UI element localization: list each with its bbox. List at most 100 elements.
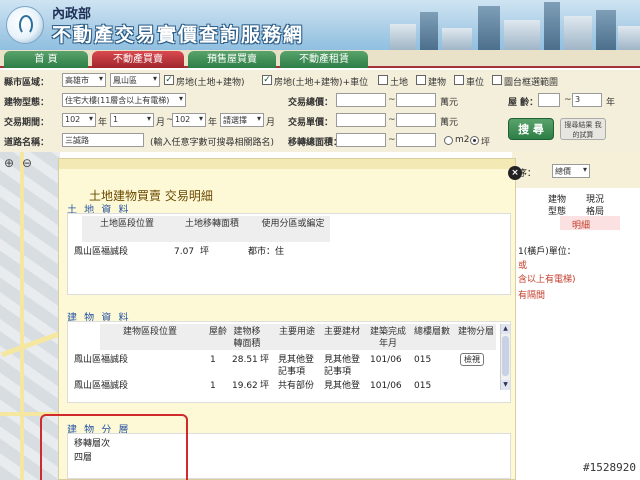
land-building-checkbox[interactable]: ✓ xyxy=(164,75,174,85)
watermark: #1528920 xyxy=(583,461,636,474)
tab-presale[interactable]: 預售屋買賣 xyxy=(188,51,276,68)
map-range-label: 圖台框選範圍 xyxy=(504,78,559,88)
search-panel: 縣市區域： 高雄市 鳳山區 ✓ 房地(土地+建物) ✓ 房地(土地+建物)+車位… xyxy=(0,70,640,152)
bld-row-1-date: 101/06 xyxy=(370,355,402,365)
building-checkbox[interactable] xyxy=(416,75,426,85)
result-line-2: 或 xyxy=(518,261,528,271)
road-input[interactable]: 三誠路 xyxy=(62,133,144,147)
unit-ping-radio[interactable] xyxy=(470,136,479,145)
tab-rental[interactable]: 不動產租賃 xyxy=(280,51,368,68)
zoom-out-icon[interactable]: ⊖ xyxy=(22,156,32,170)
land-header-location: 土地區段位置 xyxy=(99,219,154,229)
scroll-up-icon[interactable]: ▲ xyxy=(501,324,510,334)
bld-row-1-location: 鳳山區福誠段 xyxy=(74,355,129,365)
bld-row-1-use: 見其他登記事項 xyxy=(278,355,315,377)
land-label: 土地 xyxy=(390,78,409,88)
sort-select[interactable]: 總價 xyxy=(552,164,590,178)
area-size-label: 移轉總面積： xyxy=(288,138,343,148)
car-checkbox[interactable] xyxy=(454,75,464,85)
tab-home[interactable]: 首 頁 xyxy=(4,51,88,68)
total-price-unit: 萬元 xyxy=(440,98,459,108)
main-nav: 首 頁 不動產買賣 預售屋買賣 不動產租賃 xyxy=(0,50,640,68)
bld-row-2-unit: 坪 xyxy=(260,381,270,391)
land-zone: 都市：住 xyxy=(248,247,285,257)
age-max-input[interactable]: 3 xyxy=(572,93,602,107)
search-button[interactable]: 搜 尋 xyxy=(508,118,554,140)
district-select[interactable]: 鳳山區 xyxy=(110,73,160,87)
month-from-select[interactable]: 1 xyxy=(110,113,154,127)
tab-real-estate-sale[interactable]: 不動產買賣 xyxy=(92,51,184,68)
building-label: 建物 xyxy=(428,78,447,88)
land-building-label: 房地(土地+建物) xyxy=(176,78,245,88)
scroll-down-icon[interactable]: ▼ xyxy=(501,380,510,390)
car-label: 車位 xyxy=(466,78,485,88)
bld-header-date: 建築完成年月 xyxy=(369,327,406,349)
area-size-max-input[interactable] xyxy=(396,133,436,147)
land-building-car-checkbox[interactable]: ✓ xyxy=(262,75,272,85)
bld-row-2-material: 見其他登 xyxy=(324,381,361,391)
land-header-area: 土地移轉面積 xyxy=(184,219,239,229)
result-line-4: 有隔間 xyxy=(518,291,546,301)
sort-bar: 序： 總價 xyxy=(512,152,640,188)
result-line-3: 含以上有電梯) xyxy=(518,275,576,285)
building-table: 建物區段位置 屋齡 建物移轉面積 主要用途 主要建材 建築完成年月 總樓層數 建… xyxy=(67,321,511,403)
bld-row-1-area: 28.51 xyxy=(232,355,258,365)
area-size-min-input[interactable] xyxy=(336,133,386,147)
building-type-select[interactable]: 住宅大樓(11層含以上有電梯) xyxy=(62,93,186,107)
age-min-input[interactable] xyxy=(538,93,560,107)
bld-row-2-floors: 015 xyxy=(414,381,432,391)
year-to-select[interactable]: 102 xyxy=(172,113,206,127)
detail-tag[interactable]: 明細 xyxy=(572,218,590,231)
area-label: 縣市區域： xyxy=(4,78,50,88)
unit-price-min-input[interactable] xyxy=(336,113,386,127)
unit-price-max-input[interactable] xyxy=(396,113,436,127)
city-select[interactable]: 高雄市 xyxy=(62,73,106,87)
land-building-car-label: 房地(土地+建物)+車位 xyxy=(274,78,369,88)
land-area: 7.07 xyxy=(174,247,195,257)
age-label: 屋 齡： xyxy=(508,98,539,108)
results-pane xyxy=(512,152,640,480)
bld-row-2-use: 共有部份 xyxy=(278,381,315,391)
bld-header-use: 主要用途 xyxy=(278,327,315,337)
land-header-zone: 使用分區或編定 xyxy=(261,219,325,229)
bld-row-1-unit: 坪 xyxy=(260,355,270,365)
highlight-annotation xyxy=(40,414,188,480)
land-area-unit: 坪 xyxy=(200,247,210,257)
land-location: 鳳山區福誠段 xyxy=(74,247,129,257)
year-from-select[interactable]: 102 xyxy=(62,113,96,127)
bld-row-1-floors: 015 xyxy=(414,355,432,365)
month-to-select[interactable]: 請選擇 xyxy=(220,113,264,127)
ministry-logo-icon xyxy=(6,6,44,44)
road-hint: (輸入任意字數可搜尋相關路名) xyxy=(150,138,275,148)
bld-row-2-age: 1 xyxy=(210,381,216,391)
site-title: 不動產交易實價查詢服務網 xyxy=(52,24,305,46)
unit-m2-radio[interactable] xyxy=(444,136,453,145)
land-checkbox[interactable] xyxy=(378,75,388,85)
map-range-checkbox[interactable] xyxy=(492,75,502,85)
bld-row-2-location: 鳳山區福誠段 xyxy=(74,381,129,391)
unit-price-unit: 萬元 xyxy=(440,118,459,128)
bld-row-1-material: 見其他登記事項 xyxy=(324,355,361,377)
my-calc-button[interactable]: 搜尋結果 我的試算 xyxy=(560,118,606,140)
zoom-in-icon[interactable]: ⊕ xyxy=(4,156,14,170)
bld-row-2-date: 101/06 xyxy=(370,381,402,391)
site-header: 內政部 不動產交易實價查詢服務網 xyxy=(0,0,640,50)
bld-row-1-age: 1 xyxy=(210,355,216,365)
bld-row-2-area: 19.62 xyxy=(232,381,258,391)
bld-header-floors: 總樓層數 xyxy=(413,327,450,337)
bld-header-age: 屋齡 xyxy=(208,327,227,337)
bld-header-area: 建物移轉面積 xyxy=(233,327,261,349)
date-label: 交易期間： xyxy=(4,118,50,128)
type-label: 建物型態： xyxy=(4,98,50,108)
age-unit: 年 xyxy=(606,98,616,108)
land-table: 土地區段位置 土地移轉面積 使用分區或編定 鳳山區福誠段 7.07 坪 都市：住 xyxy=(67,213,511,295)
total-price-max-input[interactable] xyxy=(396,93,436,107)
view-layers-button[interactable]: 檢視 xyxy=(460,353,484,366)
building-table-scrollbar[interactable]: ▲ ▼ xyxy=(500,324,510,390)
total-price-label: 交易總價： xyxy=(288,98,334,108)
road-label: 道路名稱： xyxy=(4,138,50,148)
unit-price-label: 交易單價： xyxy=(288,118,334,128)
close-icon[interactable]: × xyxy=(508,166,522,180)
total-price-min-input[interactable] xyxy=(336,93,386,107)
result-line-1: 1(橫戶)單位： xyxy=(518,247,576,257)
